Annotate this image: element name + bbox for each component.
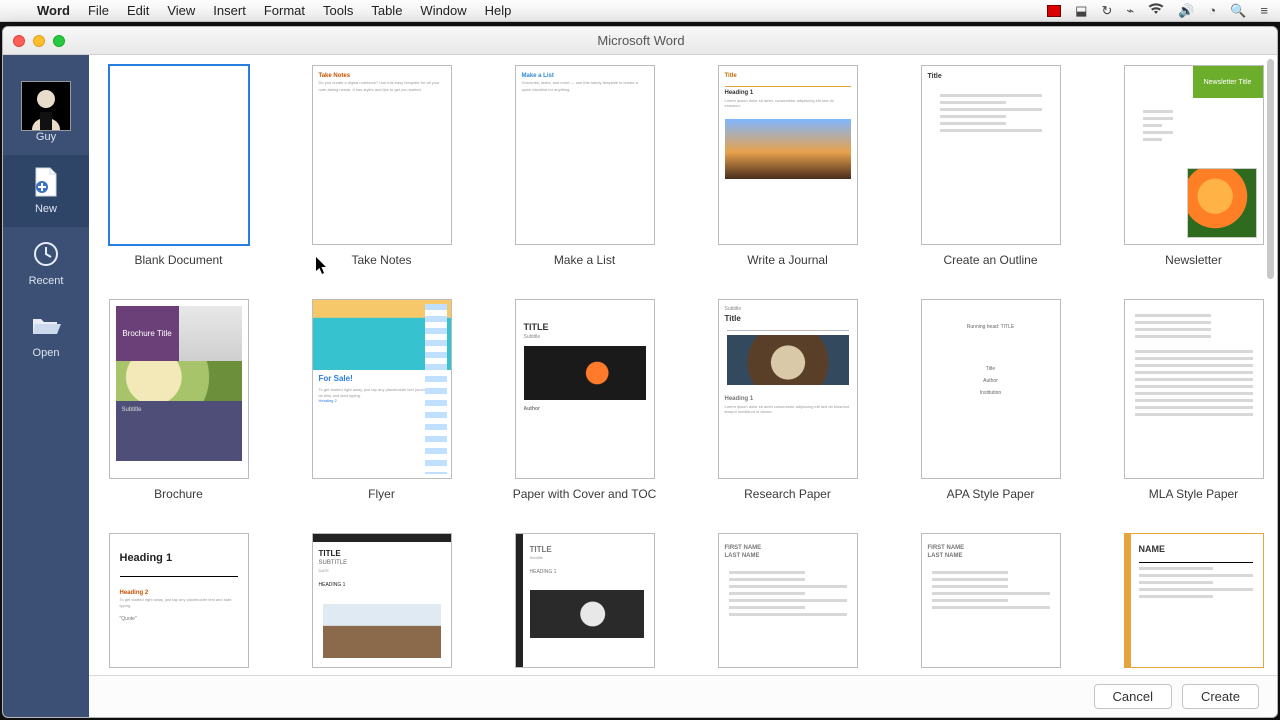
template-label: Research Paper — [744, 487, 831, 519]
template-thumb: NAME — [1124, 533, 1264, 668]
dialog-footer: Cancel Create — [89, 675, 1277, 717]
template-thumb: TITLESubtitleHEADING 1 — [515, 533, 655, 668]
template-label: MLA Style Paper — [1149, 487, 1238, 519]
template-label: Brochure — [154, 487, 203, 519]
template-gallery[interactable]: Blank Document Take NotesDo you create a… — [89, 55, 1277, 675]
template-label: Paper with Cover and TOC — [513, 487, 657, 519]
spotlight-icon[interactable]: 🔍 — [1230, 3, 1246, 19]
menu-tools[interactable]: Tools — [314, 3, 362, 18]
template-gallery-pane: Blank Document Take NotesDo you create a… — [89, 55, 1277, 717]
word-template-window: Microsoft Word Guy New Recent — [2, 26, 1278, 718]
sidebar-item-label: Open — [33, 347, 60, 359]
sidebar-item-label: Recent — [29, 275, 64, 287]
template-flyer[interactable]: For Sale! To get started right away, jus… — [308, 299, 455, 519]
template-thumb: Title Heading 1Lorem ipsum dolor sit ame… — [718, 65, 858, 245]
menu-format[interactable]: Format — [255, 3, 314, 18]
macos-menubar: Word File Edit View Insert Format Tools … — [0, 0, 1280, 22]
template-thumb — [109, 65, 249, 245]
template-create-an-outline[interactable]: Title Create an Outline — [917, 65, 1064, 285]
template-label: Flyer — [368, 487, 395, 519]
sidebar-user[interactable]: Guy — [3, 69, 89, 155]
new-doc-icon — [31, 167, 61, 197]
template-thumb: Brochure Title Subtitle — [109, 299, 249, 479]
cancel-button[interactable]: Cancel — [1094, 684, 1172, 709]
template-thumb: Take NotesDo you create a digital notebo… — [312, 65, 452, 245]
template-thumb: FIRST NAMELAST NAME — [921, 533, 1061, 668]
template-resume-a[interactable]: FIRST NAMELAST NAME — [714, 533, 861, 668]
window-title: Microsoft Word — [65, 33, 1217, 48]
template-thumb: For Sale! To get started right away, jus… — [312, 299, 452, 479]
template-thumb: SubtitleTitle Heading 1Lorem ipsum dolor… — [718, 299, 858, 479]
template-resume-name[interactable]: NAME — [1120, 533, 1267, 668]
notifications-icon[interactable]: ≡ — [1260, 3, 1268, 18]
template-label: APA Style Paper — [947, 487, 1035, 519]
menu-help[interactable]: Help — [476, 3, 521, 18]
folder-open-icon — [31, 311, 61, 341]
template-label: Make a List — [554, 253, 615, 285]
template-apa-style-paper[interactable]: Running head: TITLETitleAuthorInstitutio… — [917, 299, 1064, 519]
template-label: Blank Document — [134, 253, 222, 285]
window-titlebar: Microsoft Word — [3, 27, 1277, 55]
power-icon[interactable]: ◔ — [1208, 3, 1216, 18]
menu-window[interactable]: Window — [411, 3, 475, 18]
template-thumb — [1124, 299, 1264, 479]
menu-file[interactable]: File — [79, 3, 118, 18]
sidebar: Guy New Recent Open — [3, 55, 89, 717]
menu-insert[interactable]: Insert — [204, 3, 255, 18]
template-thumb: Heading 1 Heading 2To get started right … — [109, 533, 249, 668]
template-title-left[interactable]: TITLESubtitleHEADING 1 — [511, 533, 658, 668]
avatar — [21, 81, 71, 131]
template-write-a-journal[interactable]: Title Heading 1Lorem ipsum dolor sit ame… — [714, 65, 861, 285]
sidebar-item-label: New — [35, 203, 57, 215]
template-thumb: TITLE Subtitle Author — [515, 299, 655, 479]
sidebar-user-label: Guy — [36, 131, 56, 143]
template-label: Create an Outline — [943, 253, 1037, 285]
create-button[interactable]: Create — [1182, 684, 1259, 709]
template-thumb: Newsletter Title — [1124, 65, 1264, 245]
template-paper-cover-toc[interactable]: TITLE Subtitle Author Paper with Cover a… — [511, 299, 658, 519]
scrollbar-thumb[interactable] — [1267, 59, 1274, 279]
window-close-icon[interactable] — [13, 35, 25, 47]
template-heading1[interactable]: Heading 1 Heading 2To get started right … — [105, 533, 252, 668]
template-blank-document[interactable]: Blank Document — [105, 65, 252, 285]
menu-edit[interactable]: Edit — [118, 3, 158, 18]
template-research-paper[interactable]: SubtitleTitle Heading 1Lorem ipsum dolor… — [714, 299, 861, 519]
template-resume-b[interactable]: FIRST NAMELAST NAME — [917, 533, 1064, 668]
menu-view[interactable]: View — [158, 3, 204, 18]
template-mla-style-paper[interactable]: MLA Style Paper — [1120, 299, 1267, 519]
sidebar-item-new[interactable]: New — [3, 155, 89, 227]
wifi-icon[interactable] — [1148, 3, 1164, 18]
template-take-notes[interactable]: Take NotesDo you create a digital notebo… — [308, 65, 455, 285]
template-title-subtitle[interactable]: TITLESUBTITLEDATEHEADING 1 — [308, 533, 455, 668]
window-minimize-icon[interactable] — [33, 35, 45, 47]
bluetooth-icon[interactable]: ⌁ — [1126, 3, 1134, 19]
dropbox-icon[interactable]: ⬓ — [1075, 3, 1087, 19]
menu-table[interactable]: Table — [362, 3, 411, 18]
template-thumb: Running head: TITLETitleAuthorInstitutio… — [921, 299, 1061, 479]
record-indicator-icon[interactable] — [1047, 5, 1061, 17]
template-label: Write a Journal — [747, 253, 827, 285]
template-brochure[interactable]: Brochure Title Subtitle Brochure — [105, 299, 252, 519]
template-thumb: Make a ListGroceries, tasks, and more — … — [515, 65, 655, 245]
timemachine-icon[interactable]: ↻ — [1101, 3, 1112, 19]
template-label: Take Notes — [351, 253, 411, 285]
template-thumb: Title — [921, 65, 1061, 245]
gallery-scrollbar[interactable] — [1265, 57, 1275, 673]
template-thumb: TITLESUBTITLEDATEHEADING 1 — [312, 533, 452, 668]
volume-icon[interactable]: 🔊 — [1178, 3, 1194, 19]
window-zoom-icon[interactable] — [53, 35, 65, 47]
sidebar-item-open[interactable]: Open — [3, 299, 89, 371]
recent-icon — [31, 239, 61, 269]
app-menu[interactable]: Word — [28, 3, 79, 18]
template-newsletter[interactable]: Newsletter Title Newsletter — [1120, 65, 1267, 285]
template-make-a-list[interactable]: Make a ListGroceries, tasks, and more — … — [511, 65, 658, 285]
sidebar-item-recent[interactable]: Recent — [3, 227, 89, 299]
template-thumb: FIRST NAMELAST NAME — [718, 533, 858, 668]
template-label: Newsletter — [1165, 253, 1222, 285]
